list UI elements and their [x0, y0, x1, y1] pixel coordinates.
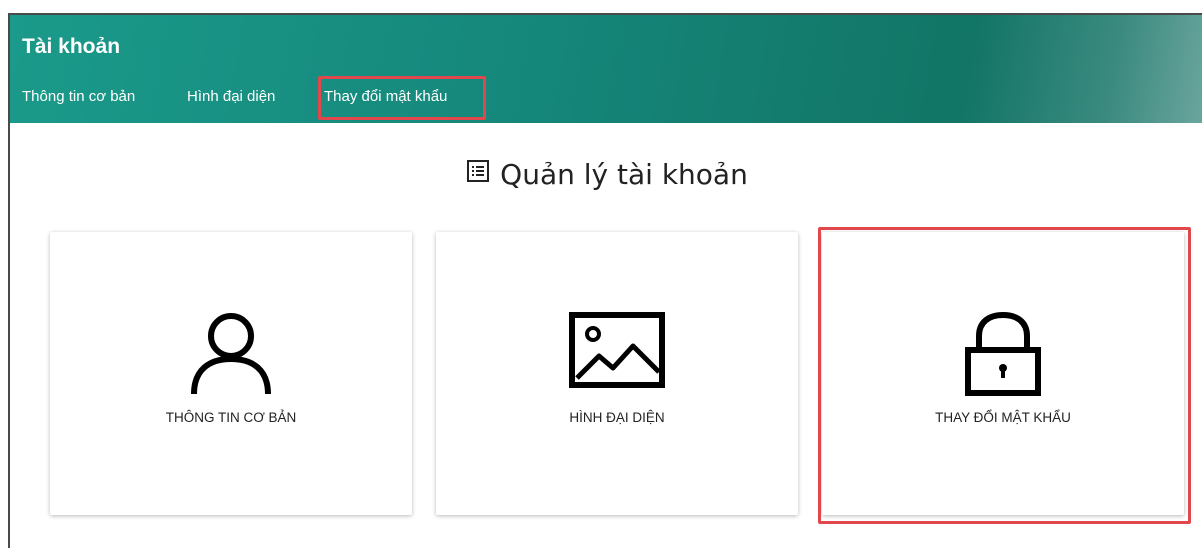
- page-title: Tài khoản: [22, 35, 121, 58]
- list-icon: [466, 157, 490, 190]
- card-label: THÔNG TIN CƠ BẢN: [165, 410, 297, 425]
- highlight-box-card: [818, 227, 1191, 524]
- section-title-text: Quản lý tài khoản: [500, 158, 748, 191]
- card-basic-info[interactable]: THÔNG TIN CƠ BẢN: [50, 232, 412, 515]
- section-heading: Quản lý tài khoản: [10, 158, 1202, 193]
- card-label: HÌNH ĐẠI DIỆN: [569, 410, 665, 425]
- user-icon: [189, 312, 273, 401]
- tab-avatar[interactable]: Hình đại diện: [187, 88, 275, 105]
- image-icon: [569, 312, 665, 393]
- highlight-box-tab: [318, 76, 486, 120]
- tab-basic-info[interactable]: Thông tin cơ bản: [22, 88, 135, 105]
- app-header: Tài khoản Thông tin cơ bản Hình đại diện…: [10, 15, 1202, 123]
- app-window: Tài khoản Thông tin cơ bản Hình đại diện…: [8, 13, 1202, 548]
- card-avatar[interactable]: HÌNH ĐẠI DIỆN: [436, 232, 798, 515]
